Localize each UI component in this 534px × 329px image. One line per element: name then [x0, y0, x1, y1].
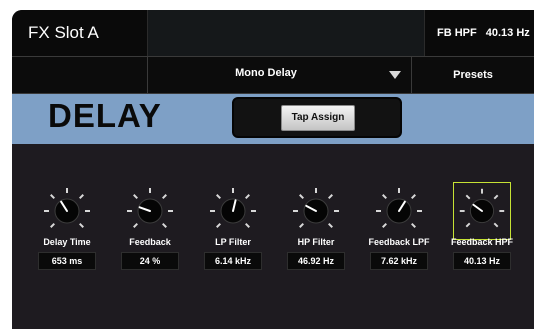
effect-type-dropdown[interactable]: Mono Delay	[148, 57, 412, 93]
param-label: Feedback HPF	[450, 237, 514, 247]
title-bar: FX Slot A FB HPF 40.13 Hz	[12, 10, 534, 56]
param-value[interactable]: 7.62 kHz	[370, 252, 428, 270]
param-value[interactable]: 24 %	[121, 252, 179, 270]
effect-name: DELAY	[48, 97, 162, 134]
knob-icon[interactable]	[38, 182, 96, 240]
param-delay-time: Delay Time 653 ms	[29, 144, 105, 329]
knob-tick	[245, 223, 250, 228]
effect-type-value: Mono Delay	[235, 67, 297, 79]
presets-button[interactable]: Presets	[412, 57, 534, 93]
param-feedback-lpf: Feedback LPF 7.62 kHz	[361, 144, 437, 329]
tap-assign-frame: Tap Assign	[232, 97, 402, 138]
knob-tick	[133, 194, 138, 199]
fx-slot-panel: FX Slot A FB HPF 40.13 Hz Mono Delay Pres…	[12, 10, 534, 329]
knob-tick	[328, 194, 333, 199]
param-lp-filter: LP Filter 6.14 kHz	[195, 144, 271, 329]
tap-assign-button[interactable]: Tap Assign	[281, 105, 355, 131]
knob-tick	[465, 194, 471, 200]
dropdown-arrow-icon	[389, 71, 401, 79]
knob-tick	[216, 194, 221, 199]
knob-tick	[245, 194, 250, 199]
knob-icon[interactable]	[370, 182, 428, 240]
knob-icon[interactable]	[287, 182, 345, 240]
param-feedback-hpf: Feedback HPF 40.13 Hz	[444, 144, 520, 329]
parameter-strip: Delay Time 653 ms Feedback 24 % LP Filte…	[12, 144, 534, 329]
knob-tick	[465, 222, 471, 228]
preset-bar: Mono Delay Presets	[12, 56, 534, 94]
knob-tick	[162, 194, 167, 199]
knob-tick	[493, 194, 499, 200]
param-feedback: Feedback 24 %	[112, 144, 188, 329]
readout-label: FB HPF	[437, 27, 477, 39]
slot-title: FX Slot A	[28, 23, 99, 42]
knob-tick	[79, 223, 84, 228]
knob-tick	[133, 223, 138, 228]
param-label: Feedback	[129, 237, 171, 247]
parameter-readout: FB HPF 40.13 Hz	[437, 27, 530, 39]
knob-tick	[382, 194, 387, 199]
knob-tick	[299, 194, 304, 199]
param-label: Delay Time	[43, 237, 91, 247]
title-bar-spacer	[147, 10, 425, 56]
knob-tick	[299, 223, 304, 228]
knob-tick	[50, 194, 55, 199]
param-hp-filter: HP Filter 46.92 Hz	[278, 144, 354, 329]
knob-icon[interactable]	[453, 182, 511, 240]
knob-tick	[382, 223, 387, 228]
knob-tick	[216, 223, 221, 228]
knob-tick	[79, 194, 84, 199]
knob-tick	[50, 223, 55, 228]
effect-header: DELAY Tap Assign	[12, 94, 534, 144]
param-value[interactable]: 46.92 Hz	[287, 252, 345, 270]
knob-icon[interactable]	[204, 182, 262, 240]
knob-tick	[411, 223, 416, 228]
param-value[interactable]: 653 ms	[38, 252, 96, 270]
knob-icon[interactable]	[121, 182, 179, 240]
param-label: HP Filter	[297, 237, 335, 247]
param-label: Feedback LPF	[368, 237, 430, 247]
param-label: LP Filter	[215, 237, 251, 247]
knob-tick	[411, 194, 416, 199]
preset-bar-blank	[12, 57, 148, 93]
param-value[interactable]: 6.14 kHz	[204, 252, 262, 270]
param-value[interactable]: 40.13 Hz	[453, 252, 511, 270]
readout-value: 40.13 Hz	[485, 27, 530, 39]
knob-tick	[162, 223, 167, 228]
knob-tick	[493, 222, 499, 228]
knob-tick	[328, 223, 333, 228]
